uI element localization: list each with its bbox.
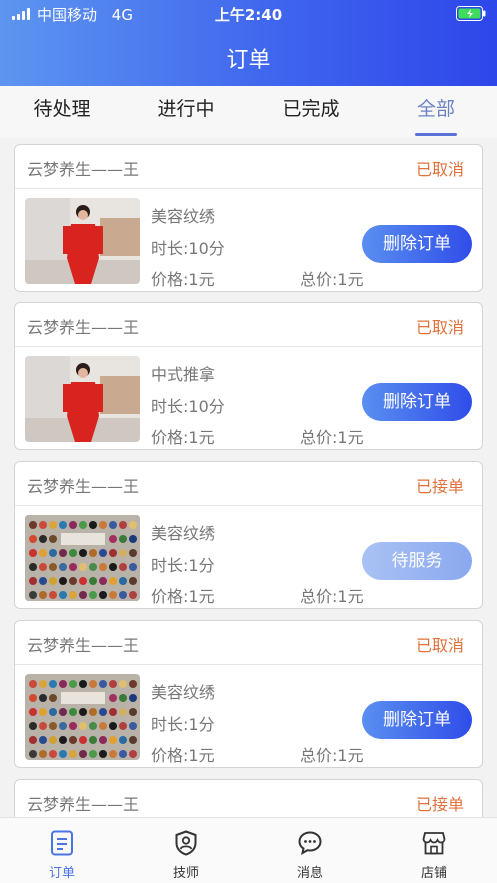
message-icon	[298, 831, 322, 855]
order-card-header: 云梦养生——王 已取消	[15, 303, 482, 347]
service-name: 中式推拿	[151, 365, 216, 384]
service-duration: 时长:10分	[151, 397, 225, 416]
order-card[interactable]: 云梦养生——王 已接单 美容纹绣 时长:1分 价格:1元 总价:1元 待服务	[14, 461, 483, 609]
service-name: 美容纹绣	[151, 524, 216, 543]
service-price: 价格:1元	[151, 746, 215, 765]
nav-orders[interactable]: 订单	[0, 818, 124, 883]
nav-technicians-label: 技师	[172, 866, 199, 881]
order-card-header: 云梦养生——王 已取消	[15, 621, 482, 665]
tab-pending[interactable]: 待处理	[12, 86, 112, 138]
service-price: 价格:1元	[151, 428, 215, 447]
service-name: 美容纹绣	[151, 683, 216, 702]
shop-name: 云梦养生——王	[27, 318, 140, 337]
tab-completed[interactable]: 已完成	[261, 86, 361, 138]
nav-technicians[interactable]: 技师	[124, 818, 248, 883]
order-card[interactable]: 云梦养生——王 已取消 中式推拿 时长:10分 价格:1元 总价:1元 删除订单	[14, 302, 483, 450]
nav-orders-label: 订单	[48, 866, 75, 881]
status-time: 上午2:40	[214, 6, 283, 24]
tab-active-indicator	[415, 133, 457, 136]
nav-store[interactable]: 店铺	[372, 818, 496, 883]
order-status: 已接单	[415, 795, 464, 814]
order-card[interactable]: 云梦养生——王 已取消 美容纹绣 时长:1分 价格:1元 总价:1元 删除订单	[14, 620, 483, 768]
delete-order-button[interactable]: 删除订单	[362, 701, 472, 739]
order-tabs: 待处理 进行中 已完成 全部	[0, 86, 497, 138]
shop-name: 云梦养生——王	[27, 636, 140, 655]
service-name: 美容纹绣	[151, 207, 216, 226]
service-duration: 时长:10分	[151, 239, 225, 258]
service-price: 价格:1元	[151, 587, 215, 606]
nav-messages[interactable]: 消息	[248, 818, 372, 883]
service-image	[25, 515, 140, 601]
bottom-nav: 订单 技师 消息 店铺	[0, 817, 497, 883]
store-icon	[422, 832, 446, 855]
service-image	[25, 356, 140, 442]
header-bar: 中国移动 4G 上午2:40 订单	[0, 0, 497, 86]
service-duration: 时长:1分	[151, 715, 215, 734]
order-status: 已取消	[415, 636, 464, 655]
order-card[interactable]: 云梦养生——王 已取消 美容纹绣 时长:10分 价格:1元 总价:1元 删除订单	[14, 144, 483, 292]
order-status: 已取消	[415, 160, 464, 179]
status-bar: 中国移动 4G 上午2:40	[0, 0, 497, 28]
shop-name: 云梦养生——王	[27, 160, 140, 179]
order-total: 总价:1元	[300, 746, 364, 765]
delete-order-button[interactable]: 删除订单	[362, 383, 472, 421]
service-image	[25, 674, 140, 760]
shop-name: 云梦养生——王	[27, 795, 140, 814]
technician-icon	[175, 830, 197, 856]
nav-store-label: 店铺	[420, 866, 447, 881]
service-duration: 时长:1分	[151, 556, 215, 575]
page-title: 订单	[226, 48, 271, 73]
tab-in-progress[interactable]: 进行中	[136, 86, 236, 138]
nav-messages-label: 消息	[296, 866, 323, 881]
order-total: 总价:1元	[300, 587, 364, 606]
order-status: 已接单	[415, 477, 464, 496]
order-status: 已取消	[415, 318, 464, 337]
battery-icon	[456, 6, 486, 21]
pending-service-button[interactable]: 待服务	[362, 542, 472, 580]
service-price: 价格:1元	[151, 270, 215, 289]
order-total: 总价:1元	[300, 270, 364, 289]
order-total: 总价:1元	[300, 428, 364, 447]
tab-all[interactable]: 全部	[386, 86, 486, 138]
service-image	[25, 198, 140, 284]
order-card-header: 云梦养生——王 已取消	[15, 145, 482, 189]
delete-order-button[interactable]: 删除订单	[362, 225, 472, 263]
order-card-header: 云梦养生——王 已接单	[15, 462, 482, 506]
order-icon	[51, 830, 73, 856]
shop-name: 云梦养生——王	[27, 477, 140, 496]
